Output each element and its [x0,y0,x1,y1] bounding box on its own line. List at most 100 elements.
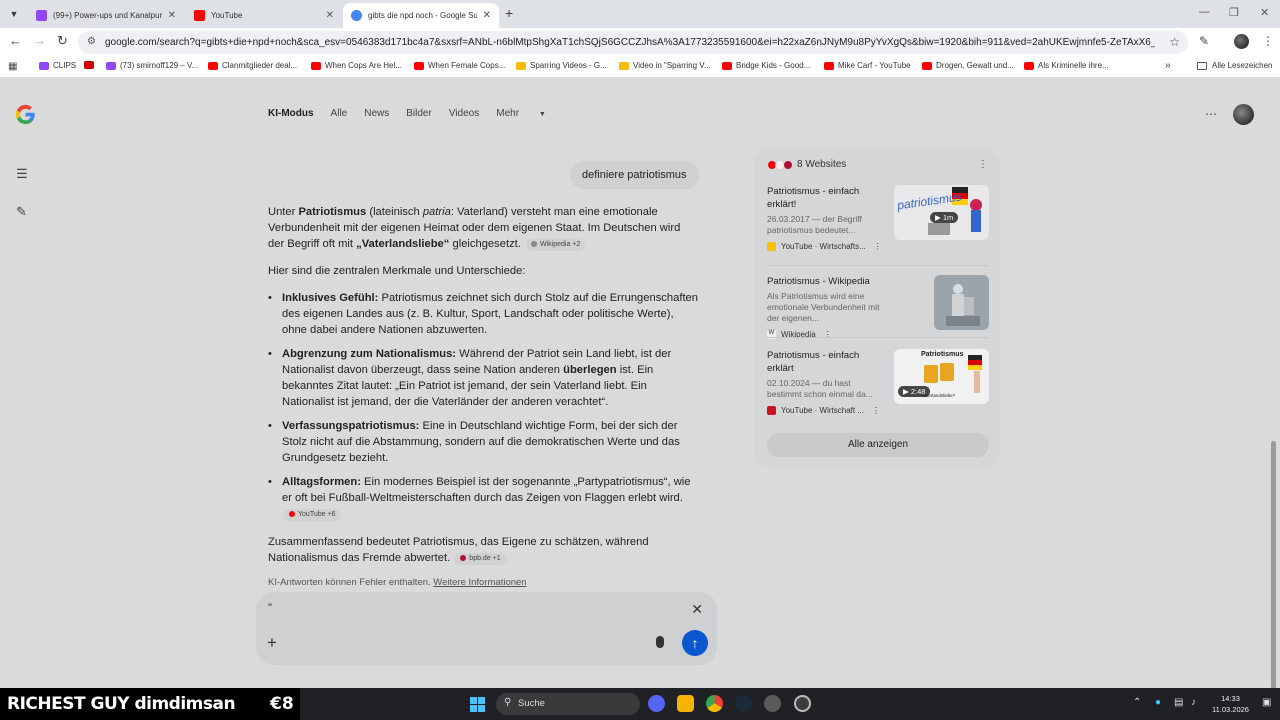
bookmark-item[interactable]: When Cops Are Hel... [311,61,402,70]
volume-icon[interactable]: ♪ [1191,697,1196,708]
bold-term: „Vaterlandsliebe“ [356,238,450,250]
bookmark-item[interactable] [84,61,98,69]
point-term: Alltagsformen: [282,476,361,488]
bookmark-item[interactable]: Sparring Videos - G... [516,61,607,70]
reload-icon[interactable]: ↻ [57,33,68,49]
bookmark-item[interactable]: Bridge Kids - Good... [722,61,810,70]
card-menu-icon[interactable]: ⋮ [874,242,882,251]
site-info-icon[interactable]: ⚙ [87,36,96,47]
card-snippet: Als Patriotismus wird eine emotionale Ve… [767,291,880,323]
apps-icon[interactable]: ▦ [8,61,17,72]
text-span: Unter [268,206,299,218]
microphone-tray-icon[interactable]: ● [1155,697,1161,708]
chrome-icon[interactable] [706,695,723,712]
tab-twitch[interactable]: (99+) Power-ups und Kanalpun ✕ [28,3,184,28]
extensions-icon[interactable]: ✎ [1199,34,1209,48]
card-title[interactable]: Patriotismus - einfach erklärt! [767,185,885,211]
youtube-icon [208,61,218,70]
prompt-input-box[interactable]: " ✕ + ↑ [256,592,717,665]
close-tab-icon[interactable]: ✕ [483,10,491,21]
tab-search-button[interactable]: ▼ [4,4,24,24]
menu-icon[interactable]: ⋮ [1262,34,1274,48]
source-chip-bpb[interactable]: bpb.de +1 [455,553,506,565]
bookmark-item[interactable]: Als Kriminelle ihre... [1024,61,1109,70]
article-thumbnail[interactable] [934,275,989,330]
source-card[interactable]: Patriotismus - einfach erklärt! 26.03.20… [767,185,989,251]
card-menu-icon[interactable]: ⋮ [872,406,880,415]
sources-header[interactable]: 8 Websites [767,159,846,170]
card-title[interactable]: Patriotismus - einfach erklärt [767,349,885,375]
show-all-sources-button[interactable]: Alle anzeigen [767,433,989,457]
video-thumbnail[interactable]: Patriotismus Vaterlandsliebe? ▶ 2:48 [894,349,989,404]
tab-ki-modus[interactable]: KI-Modus [268,108,314,119]
discord-icon[interactable] [648,695,665,712]
google-logo-icon[interactable] [14,103,37,126]
tab-mehr-label: Mehr [496,108,520,119]
bookmark-star-icon[interactable]: ☆ [1169,35,1180,49]
system-clock[interactable]: 14:33 11.03.2026 [1212,693,1249,715]
restore-icon[interactable]: ❐ [1229,6,1239,19]
back-icon[interactable]: ← [9,33,22,48]
clear-icon[interactable]: ✕ [691,601,703,618]
microphone-icon[interactable] [656,636,664,648]
source-card[interactable]: Patriotismus - Wikipedia Als Patriotismu… [767,275,989,339]
folder-label: Alle Lesezeichen [1212,61,1273,70]
bookmark-item[interactable]: (73) smirnoff129 – V... [106,61,198,70]
google-apps-icon[interactable]: ⋯ [1205,107,1217,121]
windows-start-icon[interactable] [470,697,485,712]
wikipedia-icon [531,241,538,247]
file-explorer-icon[interactable] [677,695,694,712]
tab-mehr[interactable]: Mehr ▼ [496,108,563,119]
bookmark-item[interactable]: Mike Carf - YouTube [824,61,911,70]
new-chat-edit-icon[interactable]: ✎ [16,204,27,220]
close-window-icon[interactable]: ✕ [1260,6,1269,19]
new-tab-button[interactable]: + [505,5,513,21]
twitch-icon [39,61,49,70]
forward-icon[interactable]: → [33,33,46,48]
close-tab-icon[interactable]: ✕ [326,10,334,21]
answer-intro: Unter Patriotismus (lateinisch patria: V… [268,204,698,252]
more-options-icon[interactable]: ⋮ [978,159,988,170]
tab-news[interactable]: News [364,108,389,119]
tab-youtube[interactable]: YouTube ✕ [186,3,342,28]
taskbar-search[interactable]: ⚲ Suche [496,693,640,715]
bookmark-item[interactable]: When Female Cops... [414,61,505,70]
source-card[interactable]: Patriotismus - einfach erklärt 02.10.202… [767,349,989,415]
all-bookmarks-folder[interactable]: Alle Lesezeichen [1197,61,1272,70]
notifications-icon[interactable]: ▣ [1262,697,1271,708]
send-button[interactable]: ↑ [682,630,708,656]
drive-icon [619,61,629,70]
minimize-icon[interactable]: — [1199,6,1210,18]
add-icon[interactable]: + [267,633,277,653]
steam-icon[interactable] [735,695,752,712]
more-bookmarks-icon[interactable]: » [1165,60,1171,71]
tab-google-search[interactable]: gibts die npd noch - Google Su ✕ [343,3,499,28]
close-tab-icon[interactable]: ✕ [168,10,176,21]
address-bar[interactable]: ⚙ google.com/search?q=gibts+die+npd+noch… [78,31,1188,54]
obs-icon[interactable] [794,695,811,712]
profile-avatar[interactable] [1234,34,1249,49]
point-term: Abgrenzung zum Nationalismus: [282,348,457,360]
source-chip-wikipedia[interactable]: Wikipedia +2 [526,239,586,251]
url-text[interactable]: google.com/search?q=gibts+die+npd+noch&s… [105,37,1155,48]
video-thumbnail[interactable]: patriotismus ▶ 1m [894,185,989,240]
history-list-icon[interactable]: ☰ [16,166,28,182]
network-icon[interactable]: ▤ [1174,697,1183,708]
page-scrollbar[interactable] [1271,441,1276,720]
card-snippet: 26.03.2017 — der Begriff patriotismus be… [767,214,862,235]
tab-bilder[interactable]: Bilder [406,108,432,119]
tray-overflow-icon[interactable]: ⌃ [1133,697,1141,708]
tab-alle[interactable]: Alle [331,108,348,119]
card-title[interactable]: Patriotismus - Wikipedia [767,275,885,288]
list-item: Verfassungspatriotismus: Eine in Deutsch… [268,418,698,466]
account-avatar[interactable] [1233,104,1254,125]
bookmark-item[interactable]: CLIPS [39,61,76,70]
bookmark-item[interactable]: Drogen, Gewalt und... [922,61,1014,70]
source-chip-youtube[interactable]: YouTube +6 [284,509,341,521]
prompt-input[interactable]: " [268,602,272,614]
app-icon[interactable] [764,695,781,712]
tab-videos[interactable]: Videos [449,108,479,119]
more-info-link[interactable]: Weitere Informationen [433,577,526,588]
bookmark-item[interactable]: Clanmitglieder deal... [208,61,297,70]
bookmark-item[interactable]: Video in "Sparring V... [619,61,711,70]
